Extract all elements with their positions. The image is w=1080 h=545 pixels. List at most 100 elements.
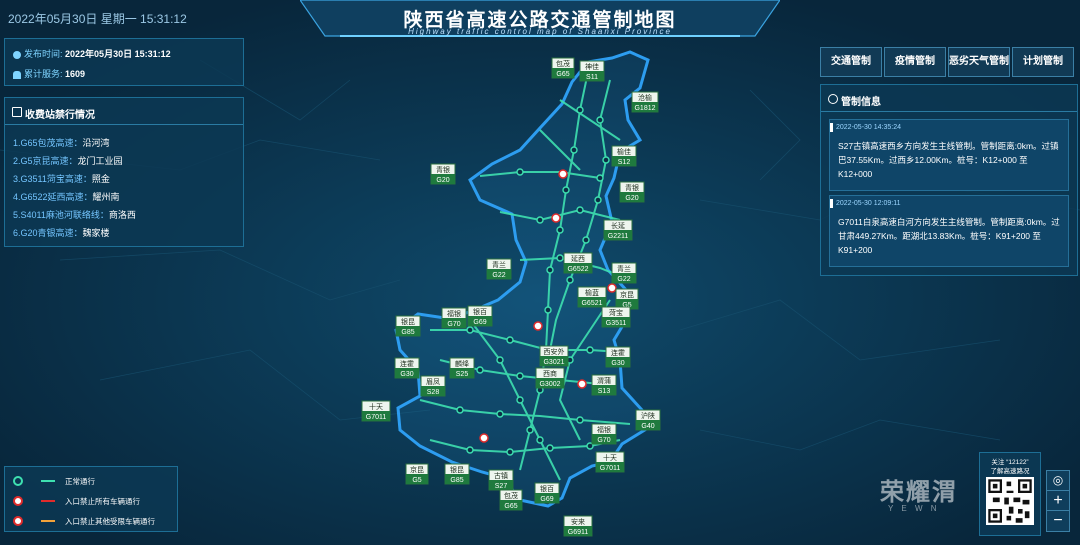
control-message[interactable]: 2022-05-30 14:35:24 S27古镇高速西乡方向发生主线管制。管制… (829, 119, 1069, 191)
toll-item[interactable]: 2.G5京昆高速：龙门工业园 (13, 154, 123, 167)
shield-code: G69 (473, 319, 486, 326)
map-legend: 正常通行 入口禁止所有车辆通行 入口禁止其他受限车辆通行 (4, 466, 178, 532)
toll-station: 沿河湾 (82, 138, 110, 148)
restricted-icon (13, 516, 23, 526)
shield-code: G65 (504, 503, 517, 510)
shield-code: G65 (556, 71, 569, 78)
shield-code: G3021 (543, 359, 564, 366)
page-subtitle: Highway traffic control map of Shaanxi P… (408, 27, 672, 36)
tab-epidemic-control[interactable]: 疫情管制 (884, 47, 946, 77)
toll-item[interactable]: 3.G3511菏宝高速：照金 (13, 172, 110, 185)
shield-code: S27 (495, 483, 508, 490)
shield-name: 沪陕 (641, 411, 655, 420)
toll-station: 龙门工业园 (77, 156, 123, 166)
control-panel-title: 管制信息 (841, 97, 881, 108)
toll-panel-header: 收费站禁行情况 (5, 98, 243, 125)
shield-code: S11 (586, 74, 598, 81)
toll-panel-title: 收费站禁行情况 (25, 110, 95, 121)
toll-station: 照金 (91, 174, 110, 184)
shield-name: 青银 (625, 183, 639, 192)
shield-code: S28 (427, 389, 440, 396)
toll-road: 5.S4011麻池河联络线： (13, 210, 109, 220)
shield-code: G40 (641, 423, 654, 430)
zoom-out-button[interactable]: − (1046, 510, 1070, 532)
shield-name: 西安外 (544, 347, 565, 356)
message-text: G7011白泉高速白河方向发生主线管制。管制距离:0km。过甘肃449.27Km… (838, 217, 1060, 255)
shield-code: G6522 (567, 266, 588, 273)
toll-station: 商洛西 (108, 210, 136, 220)
shield-name: 榆蓝 (585, 288, 599, 297)
shield-name: 长延 (611, 221, 625, 230)
message-time: 2022-05-30 12:09:11 (836, 200, 901, 207)
shield-name: 青兰 (492, 260, 506, 269)
shield-code: G1812 (634, 105, 655, 112)
shield-name: 安来 (571, 517, 585, 526)
shield-code: G30 (611, 360, 624, 367)
shield-code: G20 (625, 195, 638, 202)
control-info-panel: 管制信息 2022-05-30 14:35:24 S27古镇高速西乡方向发生主线… (820, 84, 1078, 276)
message-time: 2022-05-30 14:35:24 (836, 124, 901, 131)
no-entry-icon (828, 94, 838, 104)
toll-item[interactable]: 5.S4011麻池河联络线：商洛西 (13, 208, 136, 221)
shield-name: 银百 (473, 307, 487, 316)
legend-line (41, 500, 55, 502)
shield-name: 渭蒲 (597, 376, 611, 385)
shield-code: G6521 (581, 300, 602, 307)
shield-code: G85 (450, 477, 463, 484)
qr-caption-2: 了解高速路况 (990, 468, 1030, 475)
tab-traffic-control[interactable]: 交通管制 (820, 47, 882, 77)
shield-code: G30 (400, 371, 413, 378)
shield-name: 福银 (597, 425, 611, 434)
message-marker (830, 123, 833, 132)
shield-name: 西商 (543, 369, 557, 378)
toll-item[interactable]: 6.G20青银高速：魏家楼 (13, 226, 110, 239)
visits-row: 累计服务: 1609 (13, 67, 85, 80)
shield-code: G22 (617, 276, 630, 283)
locate-button[interactable]: ◎ (1046, 470, 1070, 492)
shield-name: 菏宝 (609, 308, 623, 317)
toll-road: 6.G20青银高速： (13, 228, 83, 238)
tab-planned-control[interactable]: 计划管制 (1012, 47, 1074, 77)
qr-code-panel[interactable]: 关注 “12122” 了解高速路况 (979, 452, 1041, 536)
clock-icon (13, 50, 21, 59)
toll-item[interactable]: 4.G6522延西高速：耀州南 (13, 190, 120, 203)
shield-code: S12 (618, 159, 631, 166)
list-icon (12, 107, 22, 117)
shield-code: G70 (447, 321, 460, 328)
shield-code: G70 (597, 437, 610, 444)
shield-name: 连霍 (611, 348, 625, 357)
qr-code-icon (986, 477, 1034, 525)
shield-name: 麟绛 (455, 359, 469, 368)
shield-code: G7011 (366, 414, 387, 421)
current-datetime: 2022年05月30日 星期一 15:31:12 (8, 12, 187, 26)
top-bar: 2022年05月30日 星期一 15:31:12 陕西省高速公路交通管制地图 H… (0, 0, 1080, 40)
shield-name: 十天 (369, 402, 383, 411)
shield-name: 包茂 (556, 59, 570, 68)
legend-item-restricted: 入口禁止其他受限车辆通行 (13, 515, 173, 527)
shield-code: G5 (412, 477, 421, 484)
shield-name: 榆佳 (617, 147, 631, 156)
brand-watermark: 荣耀渭 (880, 479, 958, 506)
shield-code: G3002 (539, 381, 560, 388)
toll-item[interactable]: 1.G65包茂高速：沿河湾 (13, 136, 110, 149)
shield-code: G22 (492, 272, 505, 279)
legend-label: 入口禁止所有车辆通行 (65, 497, 140, 506)
toll-road: 1.G65包茂高速： (13, 138, 83, 148)
control-message[interactable]: 2022-05-30 12:09:11 G7011白泉高速白河方向发生主线管制。… (829, 195, 1069, 267)
legend-label: 正常通行 (65, 477, 95, 486)
normal-node-icon (13, 476, 23, 486)
shield-name: 沧榆 (638, 93, 652, 102)
toll-road: 4.G6522延西高速： (13, 192, 93, 202)
shield-name: 连霍 (400, 359, 414, 368)
shield-code: G69 (540, 496, 553, 503)
message-text: S27古镇高速西乡方向发生主线管制。管制距离:0km。过镇巴37.55Km。过西… (838, 141, 1059, 179)
tab-weather-control[interactable]: 恶劣天气管制 (948, 47, 1010, 77)
shield-name: 银昆 (450, 465, 464, 474)
publish-time-row: 发布时间: 2022年05月30日 15:31:12 (13, 47, 171, 60)
zoom-in-button[interactable]: + (1046, 490, 1070, 512)
visits-label: 累计服务: (24, 69, 63, 79)
publish-label: 发布时间: (24, 49, 63, 59)
shield-code: G6911 (568, 529, 589, 536)
shield-name: 青银 (436, 165, 450, 174)
toll-road: 3.G3511菏宝高速： (13, 174, 92, 184)
